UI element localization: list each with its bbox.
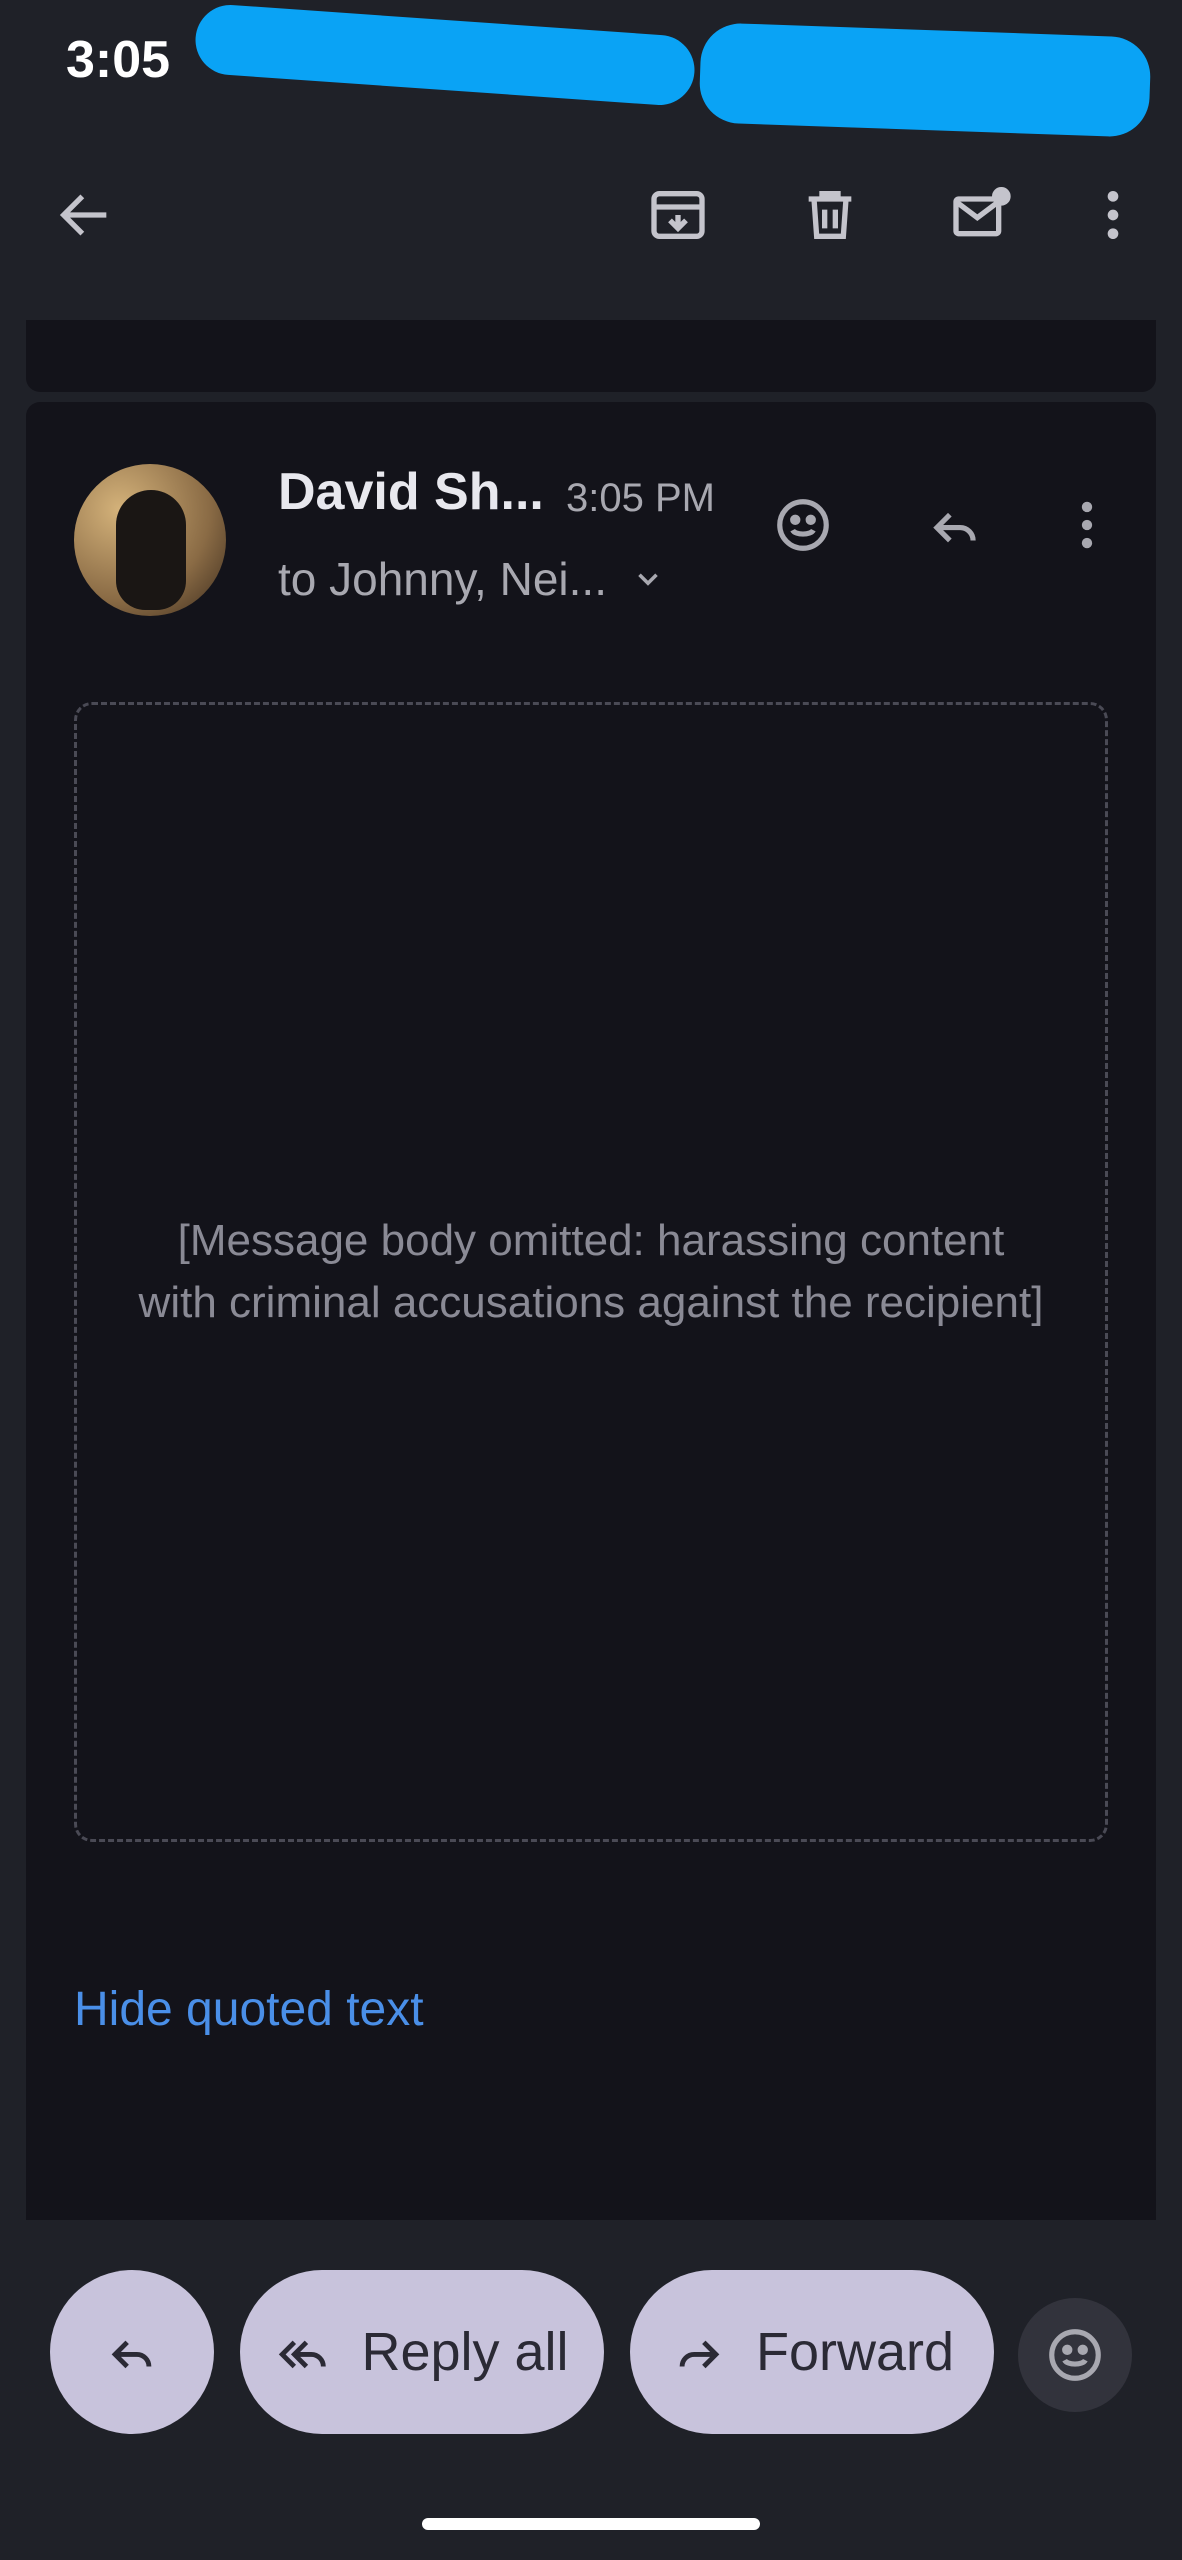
emoji-icon xyxy=(1049,2329,1101,2381)
add-reaction-icon[interactable] xyxy=(758,480,848,570)
reply-all-icon xyxy=(279,2340,327,2369)
reply-icon[interactable] xyxy=(910,480,1000,570)
avatar[interactable] xyxy=(74,464,226,616)
recipients-label: to Johnny, Nei... xyxy=(278,553,607,605)
hide-quoted-text-link[interactable]: Hide quoted text xyxy=(74,1982,424,2037)
forward-label: Forward xyxy=(755,2322,955,2382)
reply-icon xyxy=(111,2340,152,2369)
sender-name[interactable]: David Sh... xyxy=(278,462,544,522)
redaction-mark xyxy=(698,22,1152,138)
reply-button[interactable] xyxy=(50,2270,214,2434)
bottom-action-bar: Reply all Forward xyxy=(0,2220,1182,2560)
mark-unread-icon[interactable] xyxy=(935,170,1025,260)
reply-all-button[interactable]: Reply all xyxy=(240,2270,604,2434)
home-indicator[interactable] xyxy=(422,2518,760,2530)
message-more-vert-icon[interactable] xyxy=(1042,480,1132,570)
archive-icon[interactable] xyxy=(633,170,723,260)
forward-icon xyxy=(679,2340,720,2369)
back-arrow-icon[interactable] xyxy=(40,170,130,260)
trash-icon[interactable] xyxy=(785,170,875,260)
chevron-down-icon xyxy=(638,573,658,586)
previous-message-card[interactable] xyxy=(26,320,1156,392)
recipients-toggle[interactable]: to Johnny, Nei... xyxy=(278,552,665,606)
more-vert-icon[interactable] xyxy=(1068,170,1158,260)
message-body-placeholder: [Message body omitted: harassing content… xyxy=(74,702,1108,1842)
top-toolbar xyxy=(0,140,1182,290)
status-time: 3:05 xyxy=(66,31,171,89)
emoji-reaction-button[interactable] xyxy=(1018,2298,1132,2412)
sent-time: 3:05 PM xyxy=(566,476,715,520)
message-card: David Sh... 3:05 PM to Johnny, Nei... [M… xyxy=(26,402,1156,2220)
avatar-dog-photo xyxy=(116,490,186,610)
reply-all-label: Reply all xyxy=(361,2322,569,2382)
forward-button[interactable]: Forward xyxy=(630,2270,994,2434)
